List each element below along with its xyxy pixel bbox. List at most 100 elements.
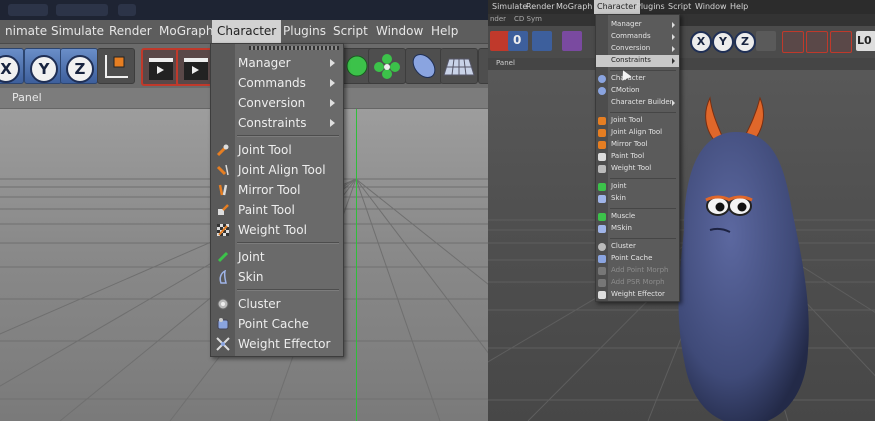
render-settings-button[interactable] [830, 31, 852, 53]
mograph-cloner-button[interactable] [368, 48, 406, 84]
menu-mograph[interactable]: MoGraph [554, 0, 594, 14]
menu-item-joint-tool[interactable]: Joint Tool [596, 115, 679, 127]
menu-item-joint-align-tool[interactable]: Joint Align Tool [211, 160, 343, 180]
y-axis-button[interactable]: Y [24, 48, 62, 84]
submenu-arrow-icon [330, 119, 335, 127]
menu-item-paint-tool[interactable]: Paint Tool [596, 151, 679, 163]
menu-item-muscle[interactable]: Muscle [596, 211, 679, 223]
menu-item-joint-align-tool[interactable]: Joint Align Tool [596, 127, 679, 139]
menu-item-weight-effector[interactable]: Weight Effector [596, 289, 679, 301]
menu-item-skin[interactable]: Skin [211, 267, 343, 287]
floor-button[interactable] [440, 48, 478, 84]
x-axis-button[interactable]: X [0, 48, 24, 84]
menu-bar: Simulate Render MoGraph Character Plugin… [488, 0, 875, 14]
coordinate-system-button[interactable] [97, 48, 135, 84]
character-dropdown-menu: Manager Commands Conversion Constraints … [210, 43, 344, 357]
menu-animate[interactable]: nimate [0, 20, 52, 43]
menu-item-mirror-tool[interactable]: Mirror Tool [596, 139, 679, 151]
menu-script[interactable]: Script [666, 0, 693, 14]
menu-mograph[interactable]: MoGraph [155, 20, 218, 43]
z-axis-button[interactable]: Z [60, 48, 98, 84]
menu-script[interactable]: Script [329, 20, 372, 43]
menu-item-point-cache[interactable]: Point Cache [211, 314, 343, 334]
joint-tool-icon [598, 117, 606, 125]
menu-item-cluster[interactable]: Cluster [596, 241, 679, 253]
menu-item-weight-tool[interactable]: Weight Tool [211, 220, 343, 240]
x-axis-button[interactable]: X [690, 31, 712, 53]
panel-menu-label[interactable]: Panel [12, 91, 42, 104]
cluster-icon [598, 243, 606, 251]
app-root: nimate Simulate Render MoGraph Character… [0, 0, 875, 421]
menu-tear-off-handle[interactable] [249, 46, 339, 50]
menu-item-point-cache[interactable]: Point Cache [596, 253, 679, 265]
menu-item-cmotion[interactable]: CMotion [596, 85, 679, 97]
menu-item-joint[interactable]: Joint [596, 181, 679, 193]
sub-bar-label[interactable]: CD Sym [514, 15, 542, 23]
deformer-button[interactable] [405, 48, 443, 84]
menu-plugins[interactable]: Plugins [279, 20, 330, 43]
corner-button[interactable]: L0 [856, 31, 875, 51]
menu-simulate[interactable]: Simulate [47, 20, 108, 43]
menu-item-character[interactable]: Character [596, 73, 679, 85]
3d-viewport[interactable] [488, 70, 875, 421]
menu-item-conversion[interactable]: Conversion [596, 43, 679, 55]
x-axis-icon: X [0, 55, 20, 83]
render-view-button[interactable] [782, 31, 804, 53]
render-button[interactable] [490, 31, 510, 51]
menu-item-commands[interactable]: Commands [596, 31, 679, 43]
menu-item-commands[interactable]: Commands [211, 73, 343, 93]
menu-window[interactable]: Window [372, 20, 427, 43]
menu-item-weight-tool[interactable]: Weight Tool [596, 163, 679, 175]
panel-menu-label[interactable]: Panel [496, 59, 515, 67]
cloner-icon [374, 54, 400, 79]
menu-item-paint-tool[interactable]: Paint Tool [211, 200, 343, 220]
menu-item-mirror-tool[interactable]: Mirror Tool [211, 180, 343, 200]
menu-item-joint[interactable]: Joint [211, 247, 343, 267]
menu-separator [237, 135, 339, 137]
character-dropdown-menu: Manager Commands Conversion Constraints … [595, 14, 680, 302]
toolbar-button[interactable] [562, 31, 582, 51]
deformer-icon [412, 53, 436, 79]
menu-item-cluster[interactable]: Cluster [211, 294, 343, 314]
coordinate-system-button[interactable] [756, 31, 776, 51]
character-body [678, 132, 809, 421]
camera-button[interactable] [478, 48, 488, 84]
menu-item-joint-tool[interactable]: Joint Tool [211, 140, 343, 160]
right-screenshot: Simulate Render MoGraph Character Plugin… [488, 0, 875, 421]
menu-item-mskin[interactable]: MSkin [596, 223, 679, 235]
toolbar-button[interactable]: 0 [508, 31, 528, 51]
joint-align-icon [598, 129, 606, 137]
menu-item-weight-effector[interactable]: Weight Effector [211, 334, 343, 354]
menu-help[interactable]: Help [728, 0, 750, 14]
y-axis-line [356, 109, 357, 421]
menu-item-constraints[interactable]: Constraints [211, 113, 343, 133]
point-morph-icon [598, 267, 606, 275]
title-blob [118, 4, 136, 16]
menu-help[interactable]: Help [427, 20, 462, 43]
menu-render[interactable]: Render [105, 20, 156, 43]
menu-item-conversion[interactable]: Conversion [211, 93, 343, 113]
y-axis-button[interactable]: Y [712, 31, 734, 53]
mskin-icon [598, 225, 606, 233]
menu-character[interactable]: Character [212, 20, 282, 43]
z-axis-icon: Z [66, 55, 94, 83]
menu-item-character-builder[interactable]: Character Builder [596, 97, 679, 109]
menu-item-skin[interactable]: Skin [596, 193, 679, 205]
menu-item-manager[interactable]: Manager [211, 53, 343, 73]
menu-item-constraints[interactable]: Constraints [596, 55, 679, 67]
render-picture-viewer-button[interactable] [806, 31, 828, 53]
menu-plugins[interactable]: Plugins [634, 0, 667, 14]
z-axis-button[interactable]: Z [734, 31, 756, 53]
menu-character[interactable]: Character [594, 0, 640, 14]
viewport-header: Panel [488, 58, 875, 70]
main-toolbar: 0 X Y Z L0 [488, 26, 875, 58]
monster-character[interactable] [488, 70, 875, 421]
cluster-icon [217, 298, 229, 310]
mirror-tool-icon [218, 184, 228, 196]
render-view-button[interactable] [141, 48, 181, 86]
toolbar-button[interactable] [532, 31, 552, 51]
menu-window[interactable]: Window [693, 0, 729, 14]
menu-item-manager[interactable]: Manager [596, 19, 679, 31]
corner-glyph: L0 [857, 34, 872, 47]
menu-render[interactable]: Render [524, 0, 556, 14]
